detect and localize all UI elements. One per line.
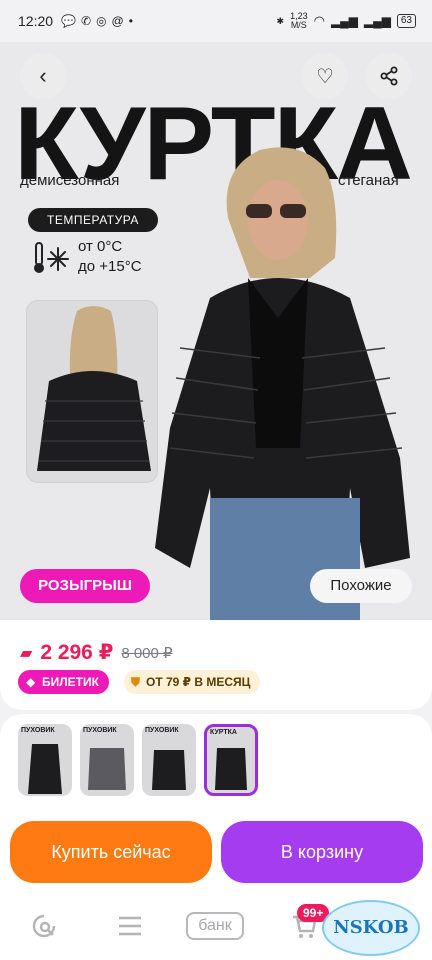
thumbnail-label: КУРТКА — [210, 729, 237, 736]
variant-thumbnail-selected[interactable]: КУРТКА — [204, 724, 258, 796]
temp-to: до +15°C — [78, 258, 142, 275]
installment-badge[interactable]: ⛊ ОТ 79 ₽ В МЕСЯЦ — [124, 670, 261, 694]
similar-button[interactable]: Похожие — [310, 569, 412, 603]
whatsapp-icon: ✆ — [81, 14, 92, 28]
wallet-icon: ▰ — [20, 644, 33, 662]
net-speed-unit: M/S — [290, 20, 307, 30]
thumbnail-image — [215, 748, 247, 790]
signal-icon-2: ▂▄▆ — [363, 14, 391, 28]
price-row: ▰ 2 296 ₽ 8 000 ₽ — [20, 640, 173, 665]
chat-icon: 💬 — [61, 14, 76, 28]
variant-thumbnail[interactable]: ПУХОВИК — [80, 724, 134, 796]
thumbnail-label: ПУХОВИК — [145, 727, 179, 734]
variant-thumbnail[interactable]: ПУХОВИК — [18, 724, 72, 796]
temp-from: от 0°C — [78, 238, 123, 255]
ticket-badge[interactable]: ◆ БИЛЕТИК — [18, 670, 109, 694]
back-view-figure — [37, 306, 151, 471]
heart-icon: ♡ — [316, 65, 334, 88]
ticket-badge-label: БИЛЕТИК — [42, 675, 99, 689]
share-button[interactable] — [366, 53, 412, 99]
price-card — [0, 620, 432, 710]
back-button[interactable]: ‹ — [20, 53, 66, 99]
signal-icon: ▂▄▆ — [330, 14, 358, 28]
product-hero-image[interactable]: КУРТКА демисезонная стеганая ТЕМПЕРАТУРА… — [0, 42, 432, 620]
dot-icon: • — [128, 14, 133, 28]
buy-now-button[interactable]: Купить сейчас — [10, 821, 212, 883]
chevron-left-icon: ‹ — [39, 63, 47, 88]
watermark-logo: NSKOB — [322, 900, 420, 956]
shield-icon: ⛊ — [131, 675, 141, 689]
hero-subtitle-left: демисезонная — [20, 172, 120, 189]
wifi-icon: ◠ — [313, 13, 325, 28]
share-icon — [380, 66, 398, 86]
net-speed: 1,23 M/S — [290, 12, 308, 30]
notification-icons: 💬 ✆ ◎ @ • — [61, 14, 133, 28]
current-price: 2 296 ₽ — [40, 641, 114, 664]
thumbnail-image — [152, 750, 186, 790]
tab-bank[interactable]: банк — [186, 912, 244, 940]
status-bar: 12:20 💬 ✆ ◎ @ • ✱ 1,23 M/S ◠ ▂▄▆ ▂▄▆ 63 — [0, 0, 432, 42]
thumbnail-image — [88, 748, 126, 790]
battery-icon: 63 — [396, 14, 416, 28]
thermometer-snowflake-icon — [34, 242, 69, 273]
raffle-button[interactable]: РОЗЫГРЫШ — [20, 569, 150, 603]
ticket-icon: ◆ — [26, 675, 36, 689]
sync-icon: ◎ — [96, 14, 107, 28]
back-view-photo — [26, 300, 158, 483]
status-time: 12:20 — [18, 13, 54, 29]
model-photo — [155, 147, 410, 620]
temperature-badge: ТЕМПЕРАТУРА — [28, 208, 158, 232]
old-price: 8 000 ₽ — [121, 644, 173, 662]
tab-catalog-icon[interactable] — [116, 912, 144, 940]
variant-thumbnail[interactable]: ПУХОВИК — [142, 724, 196, 796]
thumbnail-label: ПУХОВИК — [83, 727, 117, 734]
thumbnail-image — [28, 744, 62, 794]
thumbnail-label: ПУХОВИК — [21, 727, 55, 734]
installment-badge-label: ОТ 79 ₽ В МЕСЯЦ — [146, 675, 251, 689]
add-to-cart-button[interactable]: В корзину — [221, 821, 423, 883]
tab-search-icon[interactable] — [30, 912, 58, 940]
system-icons: ✱ 1,23 M/S ◠ ▂▄▆ ▂▄▆ 63 — [277, 12, 416, 30]
at-icon: @ — [111, 14, 124, 28]
favorite-button[interactable]: ♡ — [302, 53, 348, 99]
bluetooth-icon: ✱ — [276, 15, 285, 26]
